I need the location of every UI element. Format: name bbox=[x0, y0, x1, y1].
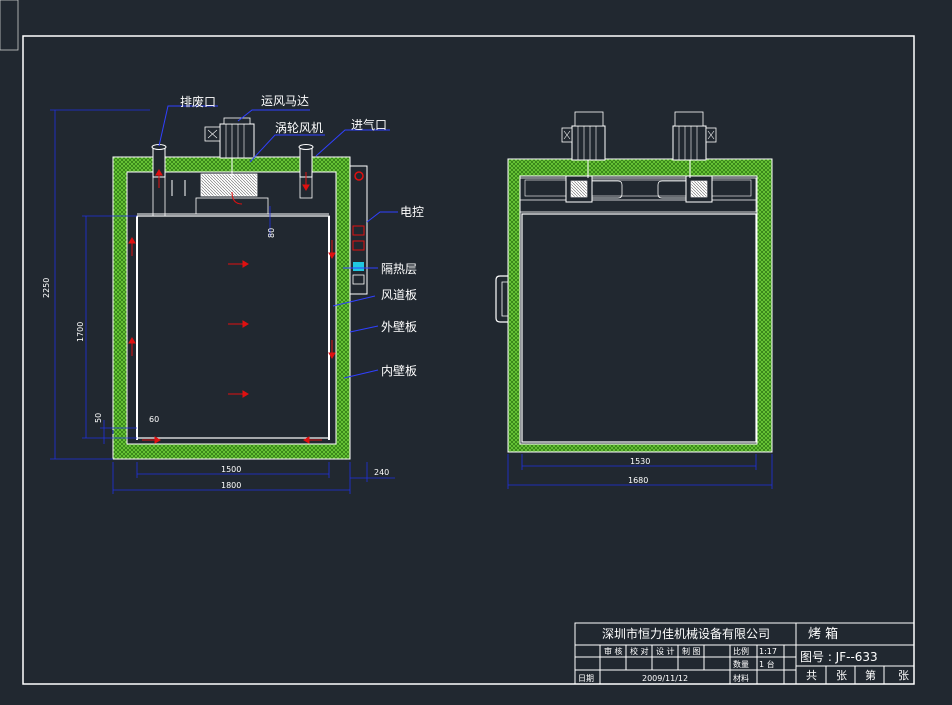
dim-panel-width: 240 bbox=[374, 468, 389, 477]
label-insulation-layer: 隔热层 bbox=[381, 262, 417, 276]
dim-total-height: 2250 bbox=[42, 278, 51, 298]
turbo-fan-grille bbox=[200, 173, 258, 197]
front-view: 排废口 运风马达 涡轮风机 进气口 电控 隔热层 风道板 外壁板 内壁板 225… bbox=[42, 94, 424, 494]
corner-mark bbox=[0, 0, 19, 51]
dim-bottom-60: 60 bbox=[149, 415, 159, 424]
dim-inner-height: 1700 bbox=[76, 322, 85, 342]
label-air-inlet: 进气口 bbox=[351, 117, 387, 132]
label-exhaust-port: 排废口 bbox=[180, 94, 216, 109]
title-product: 烤 箱 bbox=[808, 626, 838, 642]
dim-bottom-50: 50 bbox=[94, 413, 103, 423]
tb-scale-label: 比例 bbox=[733, 646, 749, 656]
tb-audit: 审 核 bbox=[604, 646, 623, 656]
dim-side-inner-width: 1530 bbox=[630, 457, 650, 466]
fan-motor bbox=[219, 123, 255, 159]
dim-side-total-width: 1680 bbox=[628, 476, 648, 485]
tb-sheet2: 张 bbox=[898, 669, 909, 682]
tb-material-label: 材料 bbox=[733, 673, 749, 683]
label-outer-wall: 外壁板 bbox=[381, 319, 417, 334]
title-company: 深圳市恒力佳机械设备有限公司 bbox=[602, 626, 770, 641]
tb-sheet1: 张 bbox=[836, 669, 847, 682]
label-inner-wall: 内壁板 bbox=[381, 363, 417, 378]
label-fan-motor: 运风马达 bbox=[261, 94, 309, 108]
tb-date-value: 2009/11/12 bbox=[642, 674, 688, 683]
tb-scale-value: 1:17 bbox=[759, 647, 777, 656]
tb-date-label: 日期 bbox=[578, 674, 594, 683]
label-duct-plate: 风道板 bbox=[381, 288, 417, 302]
tb-design: 设 计 bbox=[656, 646, 675, 656]
dim-duct-gap: 80 bbox=[267, 228, 276, 238]
tb-total: 共 bbox=[806, 669, 817, 682]
tb-page: 第 bbox=[865, 668, 876, 682]
tb-qty-value: 1 台 bbox=[759, 659, 775, 669]
tb-draw: 制 图 bbox=[682, 646, 701, 656]
cad-drawing: 排废口 运风马达 涡轮风机 进气口 电控 隔热层 风道板 外壁板 内壁板 225… bbox=[0, 0, 915, 685]
side-cavity bbox=[519, 175, 758, 445]
dim-inner-width: 1500 bbox=[221, 465, 241, 474]
tb-drawing-no: 图号 : JF--633 bbox=[800, 650, 878, 664]
dim-total-width: 1800 bbox=[221, 481, 241, 490]
front-cavity bbox=[126, 171, 337, 445]
label-electric-control: 电控 bbox=[400, 205, 424, 219]
label-turbo-fan: 涡轮风机 bbox=[275, 121, 323, 135]
side-view: 1530 1680 bbox=[495, 111, 773, 489]
tb-check: 校 对 bbox=[630, 646, 649, 656]
tb-qty-label: 数量 bbox=[733, 659, 749, 669]
